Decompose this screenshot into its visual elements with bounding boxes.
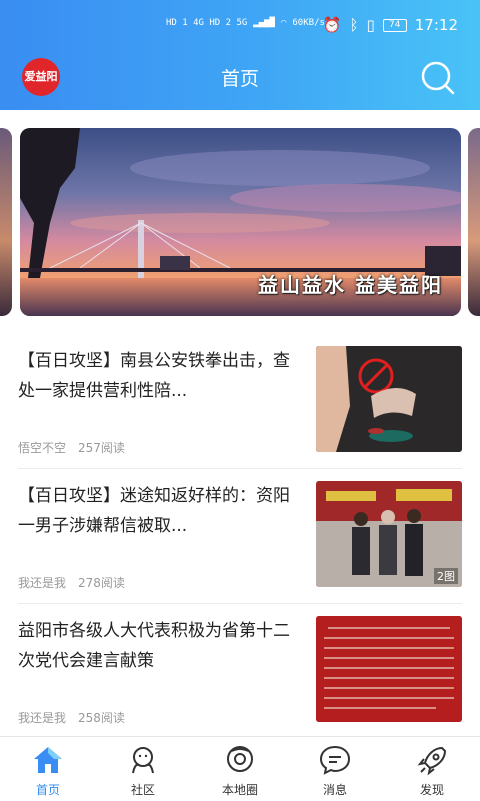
tab-label: 消息: [322, 783, 347, 797]
tab-community[interactable]: 社区: [108, 745, 178, 798]
news-image: [316, 616, 462, 722]
tab-messages[interactable]: 消息: [300, 745, 370, 798]
divider: [18, 468, 462, 469]
news-author: 悟空不空: [18, 441, 67, 455]
app-header: HD 1 4G HD 2 5G ▂▄▆█ ◠ 60KB/s ⏰ ᛒ ▯ 74 1…: [0, 0, 480, 110]
wifi-icon: ◠: [280, 18, 287, 28]
news-title[interactable]: 【百日攻坚】南县公安铁拳出击，查处一家提供营利性陪...: [18, 346, 302, 406]
signal-icon: ▂▄▆█: [253, 18, 275, 28]
status-bar: HD 1 4G HD 2 5G ▂▄▆█ ◠ 60KB/s ⏰ ᛒ ▯ 74 1…: [0, 12, 480, 46]
news-author: 我还是我: [18, 711, 67, 725]
search-button[interactable]: [420, 60, 456, 100]
local-circle-icon: [227, 746, 253, 772]
tab-local-circle[interactable]: 本地圈: [205, 745, 275, 798]
bottom-tab-bar: 首页 社区 本地圈 消息 发现: [0, 736, 480, 801]
news-thumbnail[interactable]: 2图: [316, 481, 462, 587]
community-icon: [132, 747, 154, 774]
news-item[interactable]: 【百日攻坚】南县公安铁拳出击，查处一家提供营利性陪... 悟空不空 257阅读: [18, 346, 462, 466]
news-image: [316, 346, 462, 452]
news-item[interactable]: 益阳市各级人大代表积极为省第十二次党代会建言献策 我还是我 258阅读: [18, 616, 462, 736]
divider: [18, 603, 462, 604]
news-thumbnail[interactable]: [316, 616, 462, 722]
news-reads: 278阅读: [78, 576, 125, 590]
tab-discover[interactable]: 发现: [397, 745, 467, 798]
news-title[interactable]: 益阳市各级人大代表积极为省第十二次党代会建言献策: [18, 616, 302, 676]
page-title: 首页: [220, 68, 259, 90]
news-meta: 悟空不空 257阅读: [18, 439, 125, 456]
banner-caption: 益山益水 益美益阳: [258, 273, 443, 297]
tab-label: 发现: [419, 783, 444, 797]
image-count-badge: 2图: [434, 568, 458, 584]
news-thumbnail[interactable]: [316, 346, 462, 452]
vibrate-icon: ▯: [366, 16, 375, 34]
bluetooth-icon: ᛒ: [349, 16, 359, 34]
message-icon: [319, 745, 351, 775]
banner-slide[interactable]: 益山益水 益美益阳: [20, 128, 461, 316]
network-label: HD 1 4G HD 2 5G: [166, 18, 248, 28]
rocket-icon: [417, 746, 447, 776]
search-icon: [421, 61, 455, 95]
news-item[interactable]: 【百日攻坚】迷途知返好样的：资阳一男子涉嫌帮信被取... 我还是我 278阅读 …: [18, 481, 462, 601]
tab-home[interactable]: 首页: [13, 745, 83, 798]
news-reads: 257阅读: [78, 441, 125, 455]
network-indicators: HD 1 4G HD 2 5G ▂▄▆█ ◠ 60KB/s: [166, 18, 325, 28]
banner-next-peek[interactable]: [468, 128, 480, 316]
status-right: ⏰ ᛒ ▯ 74 17:12: [323, 16, 458, 34]
news-author: 我还是我: [18, 576, 67, 590]
news-meta: 我还是我 258阅读: [18, 709, 125, 726]
tab-label: 首页: [35, 783, 60, 797]
network-speed: 60KB/s: [292, 18, 325, 28]
tab-label: 社区: [130, 783, 155, 797]
banner-carousel[interactable]: 益山益水 益美益阳: [0, 128, 480, 316]
home-icon: [34, 747, 62, 773]
news-meta: 我还是我 278阅读: [18, 574, 125, 591]
news-reads: 258阅读: [78, 711, 125, 725]
alarm-icon: ⏰: [322, 16, 342, 34]
clock: 17:12: [414, 16, 458, 34]
battery-icon: 74: [382, 18, 407, 32]
tab-label: 本地圈: [221, 783, 258, 797]
news-title[interactable]: 【百日攻坚】迷途知返好样的：资阳一男子涉嫌帮信被取...: [18, 481, 302, 541]
banner-prev-peek[interactable]: [0, 128, 12, 316]
